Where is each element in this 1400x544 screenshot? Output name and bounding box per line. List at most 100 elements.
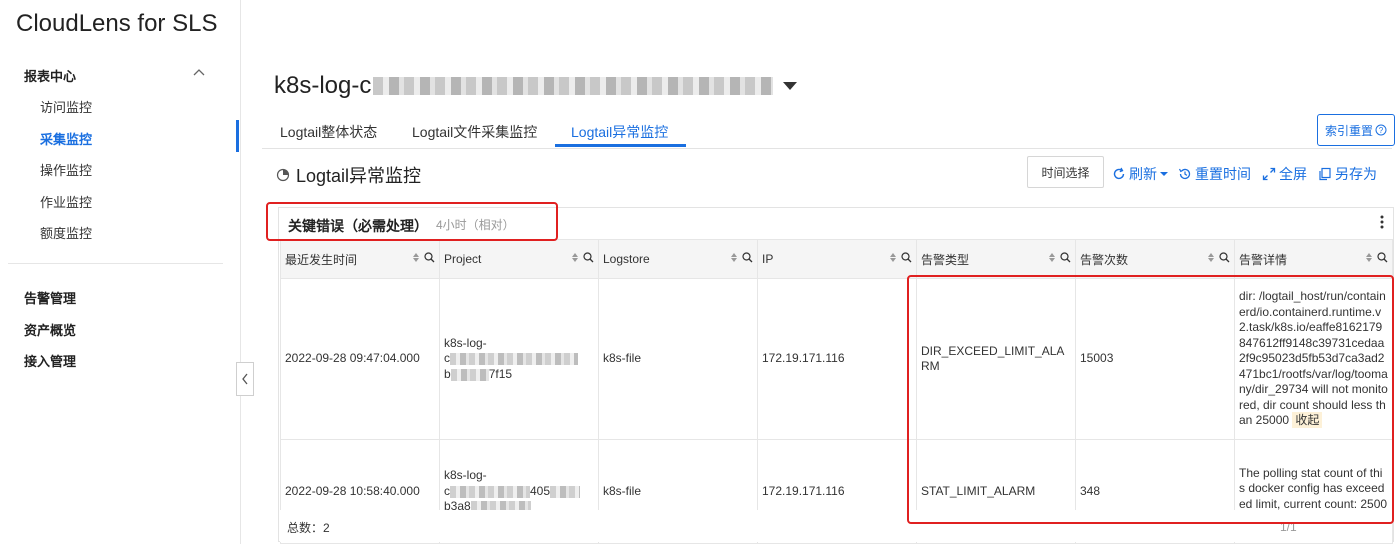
sidebar-group-reports[interactable]: 报表中心 — [24, 66, 76, 85]
cell-alarm-count: 15003 — [1075, 278, 1235, 440]
more-vertical-icon[interactable] — [1378, 214, 1386, 230]
sidebar-divider — [8, 263, 223, 264]
tab-logtail-overall[interactable]: Logtail整体状态 — [280, 122, 377, 142]
column-header-project[interactable]: Project — [439, 239, 599, 279]
alarm-detail-text: dir: /logtail_host/run/containerd/io.con… — [1239, 289, 1388, 428]
project-line: k8s-log- — [444, 468, 487, 483]
tab-bar: Logtail整体状态 Logtail文件采集监控 Logtail异常监控 — [262, 118, 1392, 149]
reset-time-label: 重置时间 — [1195, 166, 1251, 182]
search-icon[interactable] — [424, 252, 435, 263]
column-label: 最近发生时间 — [285, 252, 358, 267]
cell-alarm-detail: dir: /logtail_host/run/containerd/io.con… — [1234, 278, 1393, 440]
sidebar-group-alerts[interactable]: 告警管理 — [24, 288, 76, 307]
index-reset-button[interactable]: 索引重置 ? — [1317, 114, 1395, 146]
redacted-region — [450, 485, 530, 498]
sort-icon[interactable] — [572, 253, 578, 262]
redacted-region — [450, 368, 489, 381]
sort-icon[interactable] — [890, 253, 896, 262]
refresh-icon — [1113, 167, 1125, 180]
search-icon[interactable] — [1060, 252, 1071, 263]
dashboard-title-text: Logtail异常监控 — [296, 166, 422, 186]
svg-text:?: ? — [1379, 126, 1384, 135]
sort-icon[interactable] — [1049, 253, 1055, 262]
alarm-table: 最近发生时间 Project Logstore IP 告警类型 告警次数 告警详… — [280, 239, 1393, 544]
total-label: 总数： — [287, 521, 324, 535]
search-icon[interactable] — [901, 252, 912, 263]
column-label: 告警次数 — [1080, 252, 1129, 267]
caret-down-icon[interactable] — [783, 82, 798, 90]
search-icon[interactable] — [742, 252, 753, 263]
sidebar-item-operation-monitor[interactable]: 操作监控 — [40, 160, 92, 179]
column-header-time[interactable]: 最近发生时间 — [280, 239, 440, 279]
column-header-alarm-count[interactable]: 告警次数 — [1075, 239, 1235, 279]
table-row: 2022-09-28 09:47:04.000 k8s-log- c b 7f15… — [280, 278, 1393, 440]
search-icon[interactable] — [583, 252, 594, 263]
project-line-suffix: 405 — [530, 483, 551, 498]
caret-down-icon — [1160, 172, 1168, 176]
column-label: 告警类型 — [921, 252, 970, 267]
logstore-title-text: k8s-log-c — [274, 72, 372, 99]
search-icon[interactable] — [1377, 252, 1388, 263]
time-select-button[interactable]: 时间选择 — [1027, 156, 1104, 188]
fullscreen-label: 全屏 — [1279, 166, 1307, 182]
sidebar-item-collection-monitor[interactable]: 采集监控 — [40, 129, 92, 148]
sidebar-group-assets[interactable]: 资产概览 — [24, 320, 76, 339]
sidebar-group-access[interactable]: 接入管理 — [24, 351, 76, 370]
fullscreen-icon — [1262, 167, 1276, 181]
tab-logtail-exception[interactable]: Logtail异常监控 — [571, 122, 668, 142]
chevron-up-icon[interactable] — [192, 66, 206, 80]
sidebar: CloudLens for SLS 报表中心 访问监控 采集监控 操作监控 作业… — [0, 0, 241, 544]
column-label: Project — [444, 252, 482, 266]
column-header-ip[interactable]: IP — [757, 239, 917, 279]
pie-chart-icon — [276, 168, 290, 182]
cell-alarm-type: DIR_EXCEED_LIMIT_ALARM — [916, 278, 1076, 440]
column-header-alarm-type[interactable]: 告警类型 — [916, 239, 1076, 279]
cell-logstore: k8s-file — [598, 278, 758, 440]
total-value: 2 — [323, 521, 330, 535]
project-line: k8s-log- — [444, 335, 487, 350]
refresh-label: 刷新 — [1129, 166, 1157, 182]
sort-icon[interactable] — [413, 253, 419, 262]
index-reset-label: 索引重置 — [1324, 123, 1373, 138]
table-footer — [280, 510, 1392, 542]
pagination[interactable]: 1/1 — [1280, 520, 1297, 534]
help-icon: ? — [1375, 124, 1387, 136]
dashboard-title: Logtail异常监控 — [276, 162, 421, 188]
reset-time-button[interactable]: 重置时间 — [1178, 164, 1251, 184]
redacted-region — [373, 77, 774, 95]
redacted-region — [550, 485, 581, 498]
column-label: 告警详情 — [1239, 252, 1288, 267]
panel-title: 关键错误（必需处理） — [288, 218, 428, 234]
fullscreen-button[interactable]: 全屏 — [1262, 164, 1307, 184]
sort-icon[interactable] — [1366, 253, 1372, 262]
project-line-suffix: 7f15 — [488, 366, 513, 381]
refresh-button[interactable]: 刷新 — [1112, 164, 1168, 184]
sort-icon[interactable] — [731, 253, 737, 262]
app-title: CloudLens for SLS — [16, 10, 218, 37]
tab-active-underline — [555, 144, 686, 147]
total-count: 总数：2 — [287, 519, 330, 536]
sidebar-collapse-button[interactable] — [236, 362, 254, 396]
cell-ip: 172.19.171.116 — [757, 278, 917, 440]
chevron-left-icon — [242, 373, 248, 385]
column-header-logstore[interactable]: Logstore — [598, 239, 758, 279]
tab-logtail-file-collection[interactable]: Logtail文件采集监控 — [412, 122, 537, 142]
redacted-region — [450, 353, 578, 366]
project-line: b — [444, 366, 451, 381]
save-as-label: 另存为 — [1335, 166, 1377, 182]
search-icon[interactable] — [1219, 252, 1230, 263]
column-label: Logstore — [603, 252, 650, 266]
cell-time: 2022-09-28 09:47:04.000 — [280, 278, 440, 440]
collapse-detail-button[interactable]: 收起 — [1292, 412, 1323, 429]
sidebar-active-indicator — [236, 120, 239, 152]
copy-icon — [1319, 167, 1331, 181]
column-header-alarm-detail[interactable]: 告警详情 — [1234, 239, 1393, 279]
save-as-button[interactable]: 另存为 — [1318, 164, 1377, 184]
sort-icon[interactable] — [1208, 253, 1214, 262]
table-header-row: 最近发生时间 Project Logstore IP 告警类型 告警次数 告警详… — [280, 239, 1393, 279]
sidebar-item-job-monitor[interactable]: 作业监控 — [40, 192, 92, 211]
sidebar-item-quota-monitor[interactable]: 额度监控 — [40, 223, 92, 242]
logstore-title[interactable]: k8s-log-c — [274, 72, 798, 100]
sidebar-item-access-monitor[interactable]: 访问监控 — [40, 97, 92, 116]
column-label: IP — [762, 252, 774, 266]
